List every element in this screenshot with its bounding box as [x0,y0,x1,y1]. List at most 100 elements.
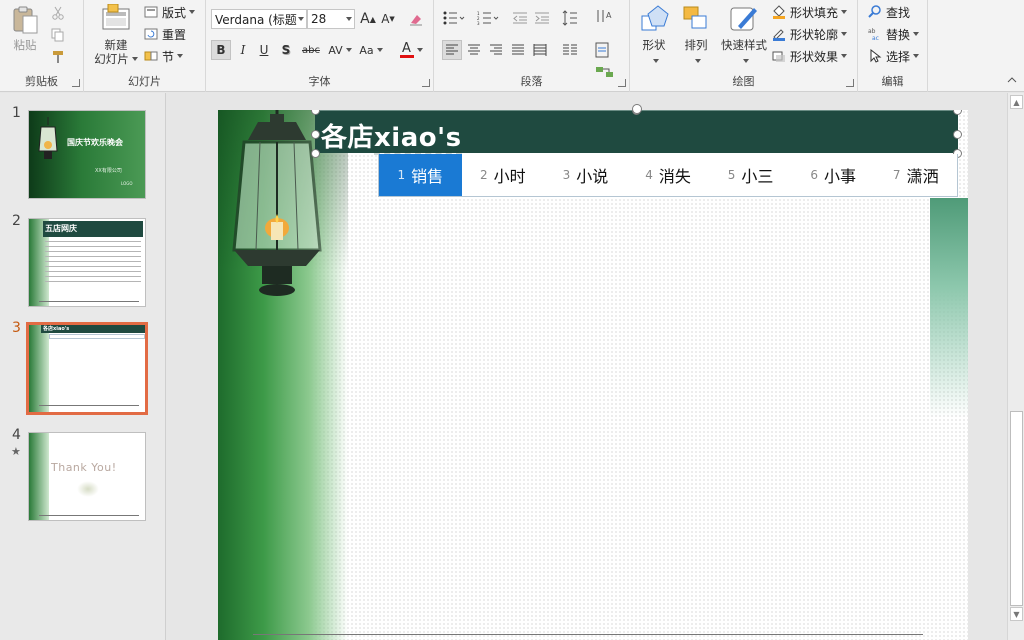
resize-handle-middle-right[interactable] [953,130,962,139]
ribbon: 粘贴 剪贴板 新建 幻灯片 版式 重置 节 幻灯片 Verdana (标题 28… [0,0,1024,92]
shapes-icon [638,4,670,34]
tab-number: 2 [480,168,488,182]
shapes-button[interactable]: 形状 [634,2,674,66]
decrease-indent-icon[interactable] [510,8,530,28]
tab-label: 小三 [741,167,774,186]
thumb-image [77,481,99,497]
font-name-select[interactable]: Verdana (标题 [211,9,307,29]
pen-icon [772,27,786,41]
tab-1[interactable]: 1 销售 [379,154,462,196]
chevron-down-icon [345,48,352,52]
strikethrough-button[interactable]: abc [299,40,323,60]
align-center-icon[interactable] [464,40,484,60]
scrollbar-thumb[interactable] [1010,411,1023,606]
chevron-down-icon [913,32,920,36]
italic-button[interactable]: I [233,40,253,60]
grow-font-button[interactable]: A ▲ [358,9,378,29]
tab-2[interactable]: 2 小时 [462,154,545,196]
vertical-scrollbar[interactable]: ▲ ▼ [1007,93,1024,640]
chevron-down-icon [189,10,196,14]
thumb-3-title: 各店xiao's [43,326,70,332]
numbering-icon[interactable]: 123 [474,8,502,28]
font-launcher-icon[interactable] [422,79,430,87]
cursor-icon [868,48,882,63]
line-spacing-icon[interactable] [558,8,586,28]
scroll-up-icon[interactable]: ▲ [1010,95,1023,109]
slide-thumbnail-2[interactable]: 五店网庆 [28,218,146,307]
title-placeholder[interactable]: 各店xiao's [315,110,958,155]
underline-button[interactable]: U [254,40,274,60]
char-spacing-button[interactable]: AV [325,40,355,60]
align-text-icon[interactable] [592,40,618,60]
tab-label: 小事 [823,167,856,186]
align-right-icon[interactable] [486,40,506,60]
clipboard-launcher-icon[interactable] [72,79,80,87]
slide-thumbnail-1[interactable]: 国庆节欢乐晚会 XX有限公司 LOGO [28,110,146,199]
chevron-down-icon [742,59,749,63]
cut-icon[interactable] [48,3,68,23]
animation-star-icon: ★ [11,445,21,458]
new-slide-button[interactable]: 新建 幻灯片 [88,2,144,66]
shape-fill-button[interactable]: 形状填充 [772,2,848,22]
arrange-button[interactable]: 排列 [676,2,716,66]
copy-icon[interactable] [48,25,68,45]
font-size-select[interactable]: 28 [307,9,355,29]
tab-6[interactable]: 6 小事 [792,154,875,196]
slide-title[interactable]: 各店xiao's [321,117,462,155]
distributed-icon[interactable] [530,40,550,60]
columns-icon[interactable] [558,40,586,60]
replace-button[interactable]: ab ac 替换 [868,24,920,44]
bullets-icon[interactable] [440,8,468,28]
clipboard-group-label: 剪贴板 [25,75,58,88]
svg-text:ac: ac [872,35,879,41]
tab-3[interactable]: 3 小说 [544,154,627,196]
change-case-button[interactable]: Aa [356,40,386,60]
slide-thumbnail-4[interactable]: Thank You! [28,432,146,521]
grow-font-label: A [360,11,370,27]
bold-button[interactable]: B [211,40,231,60]
slide-number-1: 1 [12,105,21,121]
paragraph-launcher-icon[interactable] [618,79,626,87]
shrink-font-button[interactable]: A ▼ [378,9,398,29]
section-button[interactable]: 节 [144,46,184,66]
font-color-button[interactable]: A [396,40,426,60]
paste-button[interactable]: 粘贴 [6,2,44,52]
shape-effects-button[interactable]: 形状效果 [772,46,848,66]
chevron-down-icon [841,54,848,58]
font-size-value: 28 [311,12,327,26]
slide-number-3: 3 [12,320,21,336]
format-painter-icon[interactable] [48,47,68,67]
align-left-icon[interactable] [442,40,462,60]
tab-label: 销售 [411,167,444,186]
paste-icon [9,4,41,34]
tab-7[interactable]: 7 潇洒 [874,154,957,196]
chevron-down-icon [841,32,848,36]
slide-title-suffix: xiao's [374,123,462,155]
tab-4[interactable]: 4 消失 [627,154,710,196]
reset-button[interactable]: 重置 [144,24,186,44]
tab-5[interactable]: 5 小三 [709,154,792,196]
slides-group-label: 幻灯片 [128,75,161,88]
clear-formatting-icon[interactable] [406,9,426,29]
resize-handle-middle-left[interactable] [311,130,320,139]
find-button[interactable]: 查找 [868,2,910,22]
rotate-handle[interactable] [632,104,642,114]
resize-handle-bottom-left[interactable] [311,149,320,158]
slide-thumbnail-3[interactable]: 各店xiao's [26,322,148,415]
drawing-group-label: 绘图 [732,75,755,88]
drawing-launcher-icon[interactable] [846,79,854,87]
chevron-down-icon [298,17,304,21]
scroll-down-icon[interactable]: ▼ [1010,607,1023,621]
shape-outline-button[interactable]: 形状轮廓 [772,24,848,44]
justify-icon[interactable] [508,40,528,60]
text-direction-icon[interactable]: A [592,6,618,26]
slide-canvas[interactable]: 各店xiao's 1 销售 2 小时 3 小说 4 消失 5 小三 6 小事 7 潇洒 [218,110,968,640]
layout-button[interactable]: 版式 [144,2,196,22]
paragraph-group-label: 段落 [520,75,543,88]
quick-styles-button[interactable]: 快速样式 [716,2,772,66]
increase-indent-icon[interactable] [532,8,552,28]
select-button[interactable]: 选择 [868,46,920,66]
shadow-button[interactable]: S [276,40,296,60]
collapse-ribbon-icon[interactable] [1002,70,1022,90]
tab-number: 1 [397,168,406,182]
